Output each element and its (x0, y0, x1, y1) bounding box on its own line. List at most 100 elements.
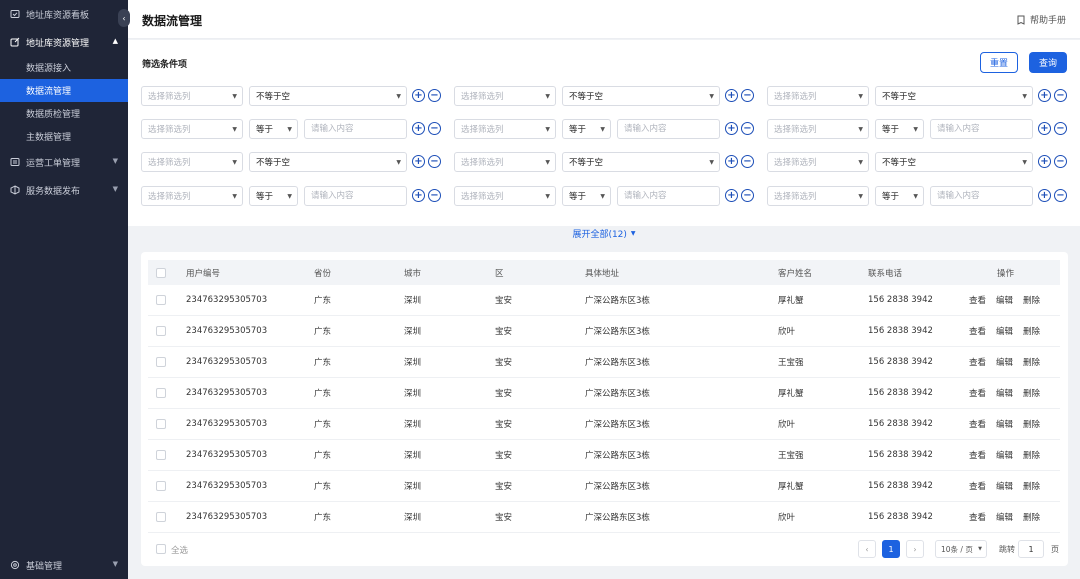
add-condition-icon[interactable]: + (1038, 189, 1051, 202)
remove-condition-icon[interactable]: − (741, 89, 754, 102)
edit-link[interactable]: 编辑 (996, 418, 1013, 430)
help-manual-link[interactable]: 帮助手册 (1016, 13, 1066, 26)
filter-value-input[interactable] (304, 186, 407, 206)
row-checkbox[interactable] (156, 357, 166, 367)
remove-condition-icon[interactable]: − (1054, 89, 1067, 102)
filter-operator-select[interactable]: 不等于空 ▼ (562, 152, 720, 172)
remove-condition-icon[interactable]: − (428, 189, 441, 202)
sidebar-item-data-source[interactable]: 数据源接入 (0, 56, 128, 79)
row-checkbox[interactable] (156, 388, 166, 398)
filter-operator-select[interactable]: 不等于空 ▼ (875, 152, 1033, 172)
delete-link[interactable]: 删除 (1023, 387, 1040, 399)
filter-column-select[interactable]: 选择筛选列 ▼ (141, 152, 243, 172)
filter-value-input[interactable] (930, 119, 1033, 139)
edit-link[interactable]: 编辑 (996, 480, 1013, 492)
sidebar-item-data-flow[interactable]: 数据流管理 (0, 79, 128, 102)
edit-link[interactable]: 编辑 (996, 356, 1013, 368)
add-condition-icon[interactable]: + (725, 189, 738, 202)
sidebar-item-dashboard[interactable]: 地址库资源看板 (0, 0, 128, 28)
view-link[interactable]: 查看 (969, 449, 986, 461)
remove-condition-icon[interactable]: − (428, 122, 441, 135)
delete-link[interactable]: 删除 (1023, 294, 1040, 306)
filter-value-input[interactable] (304, 119, 407, 139)
row-checkbox[interactable] (156, 419, 166, 429)
jump-page-input[interactable] (1018, 540, 1044, 558)
add-condition-icon[interactable]: + (1038, 89, 1051, 102)
filter-column-select[interactable]: 选择筛选列 ▼ (454, 152, 556, 172)
select-all-header-checkbox[interactable] (156, 267, 166, 278)
filter-operator-select[interactable]: 等于 ▼ (875, 119, 924, 139)
delete-link[interactable]: 删除 (1023, 356, 1040, 368)
filter-operator-select[interactable]: 等于 ▼ (875, 186, 924, 206)
view-link[interactable]: 查看 (969, 325, 986, 337)
filter-operator-select[interactable]: 等于 ▼ (562, 119, 611, 139)
query-button[interactable]: 查询 (1029, 52, 1067, 73)
add-condition-icon[interactable]: + (725, 155, 738, 168)
sidebar-group-data-publish[interactable]: 服务数据发布 ▼ (0, 176, 128, 204)
filter-column-select[interactable]: 选择筛选列 ▼ (454, 119, 556, 139)
remove-condition-icon[interactable]: − (428, 89, 441, 102)
row-checkbox[interactable] (156, 450, 166, 460)
collapse-sidebar-button[interactable]: ‹ (118, 9, 130, 27)
page-button-current[interactable]: 1 (882, 540, 900, 558)
filter-column-select[interactable]: 选择筛选列 ▼ (141, 86, 243, 106)
add-condition-icon[interactable]: + (1038, 122, 1051, 135)
filter-value-input[interactable] (617, 119, 720, 139)
next-page-button[interactable]: › (906, 540, 924, 558)
sidebar-group-basic-management[interactable]: 基础管理 ▼ (0, 551, 128, 579)
remove-condition-icon[interactable]: − (741, 155, 754, 168)
filter-operator-select[interactable]: 等于 ▼ (562, 186, 611, 206)
remove-condition-icon[interactable]: − (1054, 155, 1067, 168)
filter-column-select[interactable]: 选择筛选列 ▼ (141, 186, 243, 206)
add-condition-icon[interactable]: + (412, 155, 425, 168)
view-link[interactable]: 查看 (969, 294, 986, 306)
sidebar-item-data-quality[interactable]: 数据质检管理 (0, 102, 128, 125)
expand-all-toggle[interactable]: 展开全部(12) ▼ (128, 226, 1080, 240)
add-condition-icon[interactable]: + (412, 189, 425, 202)
sidebar-item-master-data[interactable]: 主数据管理 (0, 125, 128, 148)
filter-operator-select[interactable]: 不等于空 ▼ (875, 86, 1033, 106)
sidebar-group-work-orders[interactable]: 运营工单管理 ▼ (0, 148, 128, 176)
reset-button[interactable]: 重置 (980, 52, 1018, 73)
filter-operator-select[interactable]: 不等于空 ▼ (562, 86, 720, 106)
view-link[interactable]: 查看 (969, 356, 986, 368)
filter-operator-select[interactable]: 等于 ▼ (249, 186, 298, 206)
filter-column-select[interactable]: 选择筛选列 ▼ (767, 152, 869, 172)
edit-link[interactable]: 编辑 (996, 511, 1013, 523)
add-condition-icon[interactable]: + (412, 122, 425, 135)
add-condition-icon[interactable]: + (725, 122, 738, 135)
edit-link[interactable]: 编辑 (996, 325, 1013, 337)
add-condition-icon[interactable]: + (412, 89, 425, 102)
filter-column-select[interactable]: 选择筛选列 ▼ (454, 186, 556, 206)
edit-link[interactable]: 编辑 (996, 449, 1013, 461)
filter-column-select[interactable]: 选择筛选列 ▼ (767, 86, 869, 106)
add-condition-icon[interactable]: + (1038, 155, 1051, 168)
remove-condition-icon[interactable]: − (1054, 122, 1067, 135)
delete-link[interactable]: 删除 (1023, 325, 1040, 337)
filter-value-input[interactable] (617, 186, 720, 206)
filter-column-select[interactable]: 选择筛选列 ▼ (767, 186, 869, 206)
view-link[interactable]: 查看 (969, 387, 986, 399)
delete-link[interactable]: 删除 (1023, 511, 1040, 523)
filter-value-input[interactable] (930, 186, 1033, 206)
row-checkbox[interactable] (156, 326, 166, 336)
delete-link[interactable]: 删除 (1023, 418, 1040, 430)
filter-column-select[interactable]: 选择筛选列 ▼ (141, 119, 243, 139)
filter-column-select[interactable]: 选择筛选列 ▼ (454, 86, 556, 106)
remove-condition-icon[interactable]: − (1054, 189, 1067, 202)
delete-link[interactable]: 删除 (1023, 449, 1040, 461)
edit-link[interactable]: 编辑 (996, 387, 1013, 399)
prev-page-button[interactable]: ‹ (858, 540, 876, 558)
row-checkbox[interactable] (156, 481, 166, 491)
page-size-select[interactable]: 10条 / 页 ▼ (935, 540, 987, 558)
view-link[interactable]: 查看 (969, 511, 986, 523)
delete-link[interactable]: 删除 (1023, 480, 1040, 492)
remove-condition-icon[interactable]: − (741, 122, 754, 135)
row-checkbox[interactable] (156, 512, 166, 522)
select-all-checkbox[interactable] (156, 544, 166, 554)
filter-operator-select[interactable]: 不等于空 ▼ (249, 152, 407, 172)
remove-condition-icon[interactable]: − (428, 155, 441, 168)
filter-column-select[interactable]: 选择筛选列 ▼ (767, 119, 869, 139)
sidebar-group-address-resource[interactable]: 地址库资源管理 ▲ (0, 28, 128, 56)
add-condition-icon[interactable]: + (725, 89, 738, 102)
